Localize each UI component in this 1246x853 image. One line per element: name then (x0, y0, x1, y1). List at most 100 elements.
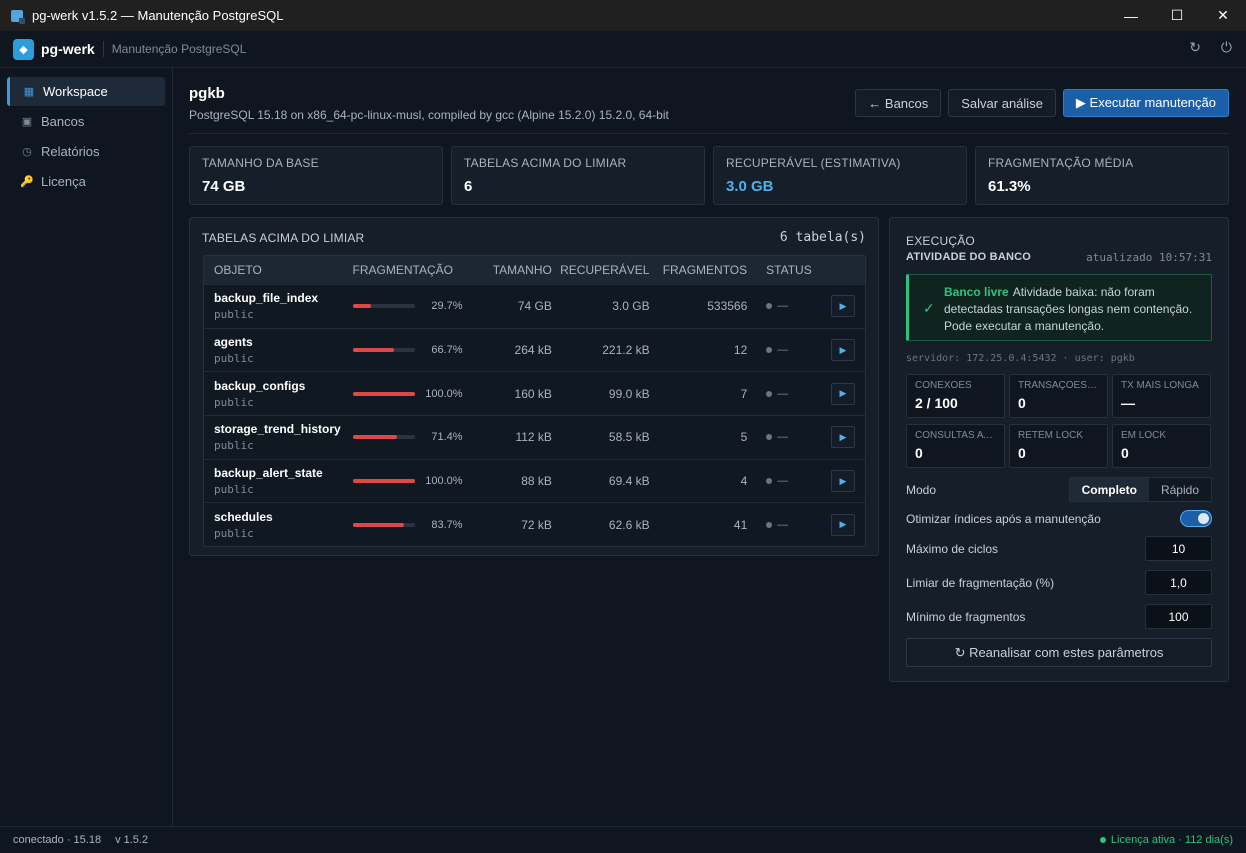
play-icon[interactable]: ▶ (831, 426, 855, 449)
min-fragments-label: Mínimo de fragmentos (906, 609, 1026, 624)
back-button[interactable]: ← Bancos (855, 89, 942, 117)
column-header-status[interactable]: STATUS (747, 263, 812, 277)
column-header-object[interactable]: OBJETO (204, 263, 353, 277)
fragments-cell: 7 (740, 386, 748, 401)
stat-card-size: TAMANHO DA BASE 74 GB (189, 146, 443, 205)
sidebar-item-label: Workspace (43, 84, 108, 99)
table-row[interactable]: storage_trend_history public 71.4% 112 kB 58… (204, 415, 865, 459)
object-cell: agents public (204, 335, 353, 365)
sidebar-item-label: Relatórios (41, 144, 100, 159)
reanalyze-button[interactable]: ↻ Reanalisar com estes parâmetros (906, 638, 1212, 667)
license-status: Licença ativa · 112 dia(s) (1099, 834, 1233, 846)
fragmentation-percent: 100.0% (425, 475, 463, 488)
metric-label: RETÊM LOCK (1018, 430, 1084, 441)
table-body: backup_file_index public 29.7% 74 GB 3.0 GB 5… (204, 284, 865, 547)
fragmentation-percent: 71.4% (431, 431, 463, 444)
play-icon[interactable]: ▶ (831, 295, 855, 318)
object-name: schedules (214, 509, 273, 524)
stat-value: 74 GB (202, 178, 246, 195)
fragmentation-bar-fill (352, 522, 405, 527)
status-cell: — (747, 475, 807, 487)
close-button[interactable]: ✕ (1200, 0, 1246, 31)
actions-cell: ▶ (807, 339, 865, 362)
object-schema: public (214, 526, 254, 540)
metric-label: TRANSAÇÕES A... (1018, 380, 1099, 391)
column-header-recoverable[interactable]: RECUPERÁVEL (552, 263, 649, 277)
optimize-toggle[interactable] (1180, 510, 1212, 527)
size-cell: 264 kB (514, 343, 552, 358)
sidebar: ▦ Workspace ▣ Bancos ◷ Relatórios 🔑 Lice… (0, 68, 173, 826)
object-schema: public (214, 395, 254, 409)
max-cycles-input[interactable]: 10 (1145, 536, 1212, 561)
play-icon[interactable]: ▶ (831, 382, 855, 405)
table-row[interactable]: backup_configs public 100.0% 160 kB 99.0 kB 7… (204, 371, 865, 416)
fragments-cell: 41 (733, 517, 748, 532)
play-icon[interactable]: ▶ (831, 470, 855, 493)
metric-value: 0 (915, 445, 923, 461)
object-cell: schedules public (204, 510, 353, 540)
object-name: backup_configs (214, 378, 306, 393)
stat-label: TAMANHO DA BASE (202, 156, 319, 170)
activity-title: ATIVIDADE DO BANCO (906, 251, 1032, 263)
fragmentation-bar-fill (352, 479, 415, 484)
column-header-size[interactable]: TAMANHO (492, 263, 552, 277)
stat-label: RECUPERÁVEL (ESTIMATIVA) (726, 156, 901, 170)
recoverable-cell: 69.4 kB (608, 474, 650, 489)
table-row[interactable]: backup_file_index public 29.7% 74 GB 3.0 GB 5… (204, 284, 865, 328)
mode-segmented-control: Completo Rápido (1068, 477, 1212, 502)
fragmentation-bar-fill (352, 304, 371, 309)
stat-value: 3.0 GB (726, 178, 774, 195)
server-info: servidor: 172.25.0.4:5432 · user: pgkb (906, 353, 1135, 364)
actions-cell: ▶ (807, 426, 865, 449)
metric-card-longest-tx: TX MAIS LONGA — (1112, 374, 1211, 418)
column-header-fragments[interactable]: FRAGMENTOS (649, 263, 747, 277)
sidebar-item-bancos[interactable]: ▣ Bancos (7, 107, 165, 136)
mode-fast-option[interactable]: Rápido (1148, 478, 1211, 501)
fragmentation-bar-fill (352, 435, 397, 440)
status-text: — (777, 344, 789, 357)
status-text: — (777, 387, 789, 400)
main-content: pgkb PostgreSQL 15.18 on x86_64-pc-linux… (173, 68, 1246, 826)
fragmentation-bar-fill (352, 391, 415, 396)
frag-threshold-input[interactable]: 1,0 (1145, 570, 1212, 595)
play-icon[interactable]: ▶ (831, 339, 855, 362)
sidebar-item-relatorios[interactable]: ◷ Relatórios (7, 137, 165, 166)
fragmentation-percent: 29.7% (431, 300, 463, 313)
frag-threshold-row: Limiar de fragmentação (%) 1,0 (906, 570, 1212, 595)
status-cell: — (747, 519, 807, 531)
power-icon[interactable]: ⏻ (1221, 39, 1232, 56)
table-row[interactable]: backup_alert_state public 100.0% 88 kB 69.4 … (204, 458, 865, 503)
mode-full-option[interactable]: Completo (1069, 478, 1149, 501)
alert-title: Banco livre (944, 285, 1009, 299)
table-row[interactable]: agents public 66.7% 264 kB 221.2 kB 12 — ▶ (204, 327, 865, 372)
table-row[interactable]: schedules public 83.7% 72 kB 62.6 kB 41 — ▶ (204, 502, 865, 547)
check-icon: ✓ (923, 300, 935, 316)
fragmentation-cell: 83.7% (352, 519, 493, 531)
max-cycles-row: Máximo de ciclos 10 (906, 536, 1212, 561)
fragmentation-percent: 100.0% (425, 387, 463, 400)
maximize-button[interactable]: ☐ (1154, 0, 1200, 31)
stats-row: TAMANHO DA BASE 74 GB TABELAS ACIMA DO L… (189, 146, 1229, 205)
optimize-row: Otimizar índices após a manutenção (906, 510, 1212, 527)
run-maintenance-button[interactable]: ▶ Executar manutenção (1062, 89, 1229, 117)
column-header-fragmentation[interactable]: FRAGMENTAÇÃO (353, 263, 493, 277)
metric-value: 0 (1018, 395, 1026, 411)
fragmentation-cell: 71.4% (352, 431, 493, 444)
min-fragments-input[interactable]: 100 (1145, 604, 1212, 629)
save-analysis-button[interactable]: Salvar análise (948, 89, 1056, 117)
panel-title: EXECUÇÃO (906, 234, 975, 248)
app-header: ◆ pg-werk Manutenção PostgreSQL ↻ ⏻ (0, 31, 1246, 68)
status-bar: conectado · 15.18 v 1.5.2 Licença ativa … (0, 826, 1246, 853)
refresh-icon[interactable]: ↻ (1189, 39, 1201, 56)
activity-metrics: CONEXÕES 2 / 100 TRANSAÇÕES A... 0 TX MA… (906, 374, 1212, 468)
frag-threshold-label: Limiar de fragmentação (%) (906, 575, 1055, 590)
fragmentation-bar (352, 391, 415, 396)
minimize-button[interactable]: — (1108, 0, 1154, 31)
sidebar-item-licenca[interactable]: 🔑 Licença (7, 167, 165, 196)
object-schema: public (214, 439, 254, 453)
sidebar-item-workspace[interactable]: ▦ Workspace (7, 77, 165, 106)
object-cell: storage_trend_history public (204, 422, 353, 452)
metric-card-connections: CONEXÕES 2 / 100 (906, 374, 1005, 418)
max-cycles-label: Máximo de ciclos (906, 541, 999, 556)
play-icon[interactable]: ▶ (831, 513, 855, 536)
